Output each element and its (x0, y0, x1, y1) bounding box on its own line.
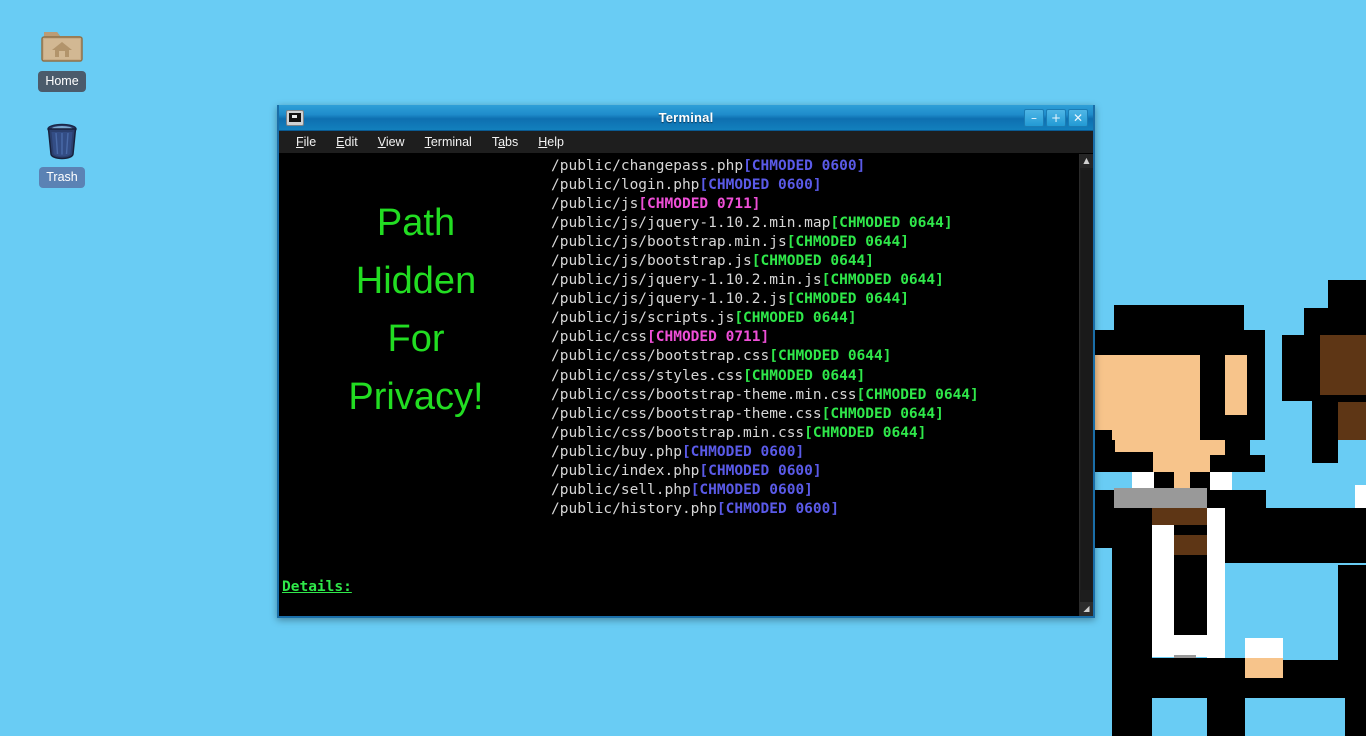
chmod-line-tag: [CHMODED 0644] (786, 291, 909, 308)
menu-item-terminal[interactable]: Terminal (420, 133, 477, 151)
chmod-line-tag: [CHMODED 0600] (716, 500, 840, 517)
terminal-output-area[interactable]: Path Hidden For Privacy! /public/changep… (279, 154, 1079, 616)
chmod-line: /public/buy.php[CHMODED 0600] (551, 443, 1079, 462)
menu-item-help[interactable]: Help (533, 133, 569, 151)
chmod-line-tag: [CHMODED 0711] (647, 329, 770, 346)
chmod-line-tag: [CHMODED 0600] (743, 158, 866, 174)
chmod-line-tag: [CHMODED 0644] (856, 386, 979, 403)
desktop-icon-home[interactable]: Home (0, 20, 124, 92)
privacy-line-1: Path (376, 202, 456, 244)
home-folder-icon (38, 20, 86, 68)
desktop-icon-home-label: Home (38, 71, 86, 92)
chmod-line-tag: [CHMODED 0600] (690, 481, 813, 498)
desktop-icon-area: Home Trash (0, 0, 124, 212)
privacy-line-4: Privacy! (348, 376, 484, 418)
chmod-line-path: /public/index.php (551, 462, 700, 479)
maximize-button[interactable]: + (1046, 108, 1066, 127)
chmod-line-path: /public/js/bootstrap.min.js (551, 234, 787, 251)
terminal-icon (286, 109, 304, 126)
trash-bin-icon (38, 116, 86, 164)
privacy-overlay: Path Hidden For Privacy! (279, 194, 553, 426)
chmod-line-path: /public/js/bootstrap.js (551, 253, 752, 270)
privacy-line-2: Hidden (355, 260, 477, 302)
chmod-line: /public/css/styles.css[CHMODED 0644] (551, 367, 1079, 386)
privacy-line-3: For (387, 318, 445, 360)
chmod-line-path: /public/login.php (551, 177, 700, 194)
chmod-line-path: /public/history.php (551, 500, 717, 517)
chmod-line-path: /public/css/styles.css (551, 367, 744, 384)
chmod-line: /public/history.php[CHMODED 0600] (551, 500, 1079, 519)
chmod-line-path: /public/css/bootstrap-theme.min.css (551, 386, 857, 403)
chmod-line: /public/css[CHMODED 0711] (551, 328, 1079, 347)
menu-item-view[interactable]: View (373, 133, 410, 151)
menu-item-edit[interactable]: Edit (331, 133, 363, 151)
chmod-line: /public/changepass.php[CHMODED 0600] (551, 157, 1079, 176)
menu-item-file[interactable]: File (291, 133, 321, 151)
window-title: Terminal (658, 110, 714, 125)
chmod-line: /public/js/scripts.js[CHMODED 0644] (551, 309, 1079, 328)
desktop-icon-trash-label: Trash (39, 167, 85, 188)
chmod-line-tag: [CHMODED 0644] (786, 234, 909, 251)
summary-block: Details: Total File(s) Chmoded:189 Total… (282, 540, 500, 616)
chmod-line: /public/css/bootstrap-theme.min.css[CHMO… (551, 386, 1079, 405)
chmod-line-tag: [CHMODED 0644] (821, 272, 944, 289)
menu-bar: File Edit View Terminal Tabs Help (279, 131, 1093, 154)
chmod-line-path: /public/js/scripts.js (551, 310, 735, 327)
chmod-line-tag: [CHMODED 0644] (821, 405, 944, 422)
chmod-line-path: /public/js/jquery-1.10.2.js (551, 291, 787, 308)
chmod-line: /public/js[CHMODED 0711] (551, 195, 1079, 214)
terminal-body[interactable]: Path Hidden For Privacy! /public/changep… (279, 154, 1093, 616)
chmod-line: /public/sell.php[CHMODED 0600] (551, 481, 1079, 500)
chmod-line-path: /public/js (551, 196, 639, 213)
chmod-line: /public/js/bootstrap.js[CHMODED 0644] (551, 252, 1079, 271)
minimize-button[interactable]: – (1024, 108, 1044, 127)
chmod-line-path: /public/css (551, 329, 648, 346)
summary-heading: Details: (282, 579, 352, 596)
chmod-line: /public/js/jquery-1.10.2.min.js[CHMODED … (551, 271, 1079, 290)
scroll-up-arrow-icon[interactable]: ▲ (1080, 154, 1093, 168)
window-title-bar[interactable]: Terminal – + ✕ (279, 105, 1093, 131)
chmod-line-tag: [CHMODED 0644] (743, 367, 866, 384)
chmod-line-path: /public/css/bootstrap.min.css (551, 424, 805, 441)
resize-grip-icon[interactable]: ◢ (1080, 602, 1093, 616)
chmod-line-tag: [CHMODED 0644] (734, 310, 857, 327)
chmod-line: /public/js/jquery-1.10.2.min.map[CHMODED… (551, 214, 1079, 233)
scrollbar-thumb[interactable] (1081, 170, 1092, 590)
chmod-line-path: /public/sell.php (551, 481, 691, 498)
chmod-line: /public/js/jquery-1.10.2.js[CHMODED 0644… (551, 290, 1079, 309)
chmod-line: /public/css/bootstrap.css[CHMODED 0644] (551, 347, 1079, 366)
pixel-character-art (1090, 280, 1366, 736)
chmod-line-tag: [CHMODED 0600] (699, 177, 822, 194)
chmod-line-tag: [CHMODED 0600] (699, 462, 822, 479)
menu-item-tabs[interactable]: Tabs (487, 133, 523, 151)
chmod-line: /public/index.php[CHMODED 0600] (551, 462, 1079, 481)
chmod-line-tag: [CHMODED 0600] (681, 443, 805, 460)
chmod-line-path: /public/changepass.php (551, 158, 744, 174)
chmod-line-tag: [CHMODED 0644] (804, 424, 927, 441)
chmod-line-tag: [CHMODED 0644] (830, 215, 953, 232)
terminal-scrollbar[interactable]: ▲ ◢ (1079, 154, 1093, 616)
chmod-line-path: /public/buy.php (551, 443, 682, 460)
window-controls: – + ✕ (1024, 108, 1091, 127)
chmod-line-path: /public/js/jquery-1.10.2.min.map (551, 215, 831, 232)
chmod-output-list: /public/changepass.php[CHMODED 0600]/pub… (551, 157, 1079, 519)
chmod-line-tag: [CHMODED 0644] (769, 348, 892, 365)
terminal-window[interactable]: Terminal – + ✕ File Edit View Terminal T… (277, 105, 1095, 618)
chmod-line-path: /public/js/jquery-1.10.2.min.js (551, 272, 822, 289)
desktop-icon-trash[interactable]: Trash (0, 116, 124, 188)
chmod-line-tag: [CHMODED 0644] (751, 253, 875, 270)
chmod-line: /public/css/bootstrap.min.css[CHMODED 06… (551, 424, 1079, 443)
chmod-line-tag: [CHMODED 0711] (638, 196, 761, 213)
close-button[interactable]: ✕ (1068, 108, 1088, 127)
chmod-line: /public/login.php[CHMODED 0600] (551, 176, 1079, 195)
chmod-line-path: /public/css/bootstrap-theme.css (551, 405, 822, 422)
chmod-line-path: /public/css/bootstrap.css (551, 348, 770, 365)
chmod-line: /public/js/bootstrap.min.js[CHMODED 0644… (551, 233, 1079, 252)
chmod-line: /public/css/bootstrap-theme.css[CHMODED … (551, 405, 1079, 424)
